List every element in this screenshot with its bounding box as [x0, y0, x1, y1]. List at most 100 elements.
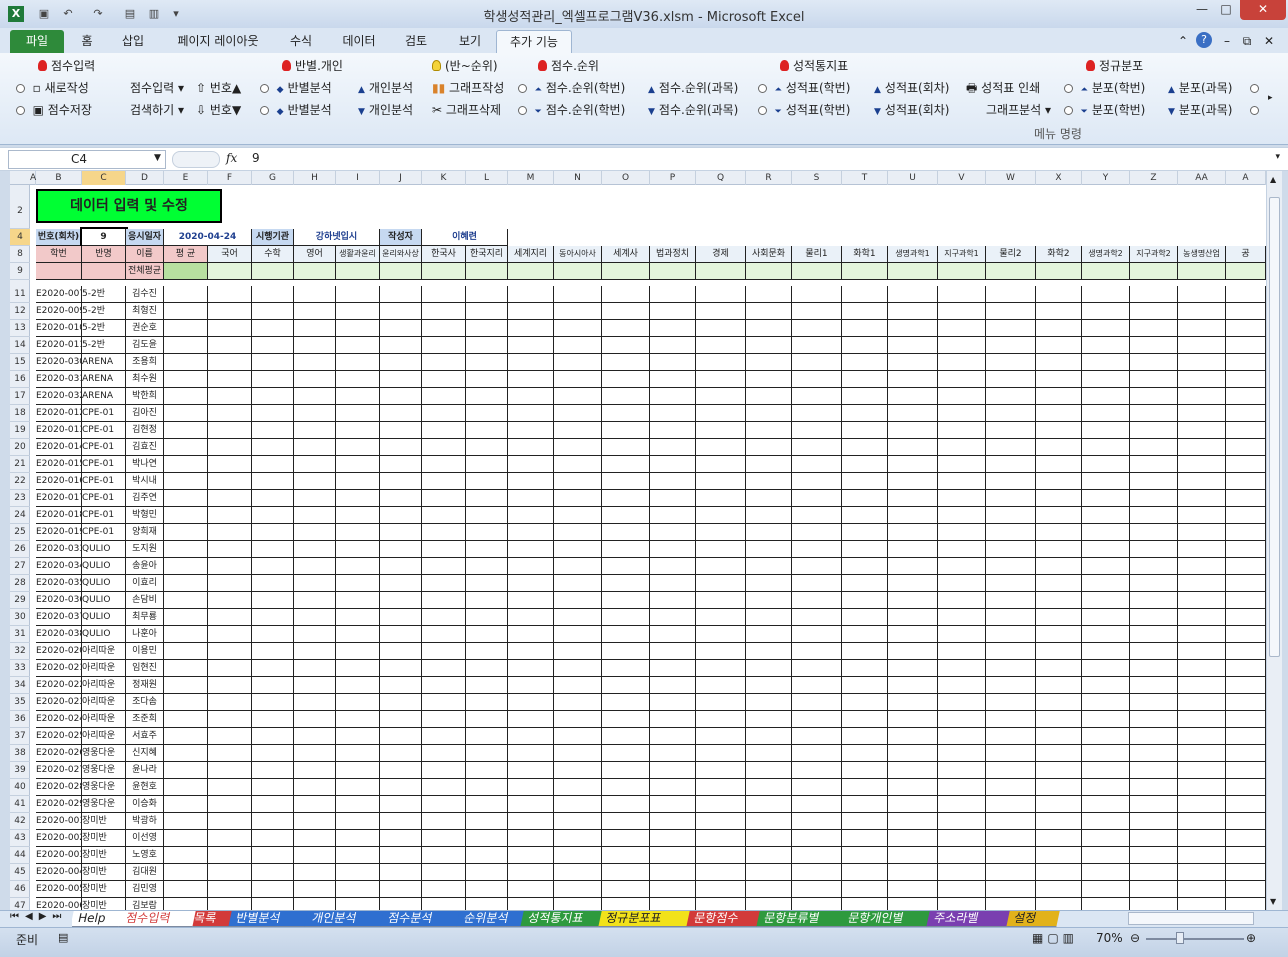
score-cell[interactable] [792, 524, 842, 541]
student-id[interactable]: E2020-020 [36, 643, 82, 660]
row-header[interactable]: 35 [10, 694, 30, 711]
radio-icon[interactable] [16, 106, 25, 115]
score-cell[interactable] [1130, 643, 1178, 660]
row-header[interactable]: 11 [10, 286, 30, 303]
score-cell[interactable] [164, 524, 208, 541]
horizontal-scrollbar[interactable] [1128, 912, 1254, 925]
score-cell[interactable] [554, 779, 602, 796]
scroll-down-icon[interactable]: ▼ [1270, 897, 1276, 906]
info-author-value[interactable]: 이혜련 [422, 229, 508, 246]
student-class[interactable]: CPE-01 [82, 524, 126, 541]
score-cell[interactable] [1082, 711, 1130, 728]
score-cell[interactable] [466, 507, 508, 524]
score-cell[interactable] [650, 354, 696, 371]
score-cell[interactable] [986, 541, 1036, 558]
score-cell[interactable] [336, 541, 380, 558]
score-cell[interactable] [792, 796, 842, 813]
score-cell[interactable] [938, 337, 986, 354]
score-cell[interactable] [1226, 592, 1266, 609]
score-cell[interactable] [888, 745, 938, 762]
score-cell[interactable] [696, 558, 746, 575]
score-cell[interactable] [1036, 643, 1082, 660]
row-header[interactable]: 33 [10, 660, 30, 677]
score-cell[interactable] [602, 490, 650, 507]
score-cell[interactable] [336, 779, 380, 796]
score-cell[interactable] [466, 286, 508, 303]
score-cell[interactable] [1036, 864, 1082, 881]
dist-by-subject-down-button[interactable]: ▼ 분포(과목) [1168, 101, 1232, 119]
score-cell[interactable] [986, 847, 1036, 864]
score-cell[interactable] [1226, 898, 1266, 910]
score-cell[interactable] [380, 541, 422, 558]
score-cell[interactable] [986, 779, 1036, 796]
column-header[interactable]: Z [1130, 171, 1178, 185]
score-cell[interactable] [938, 286, 986, 303]
score-cell[interactable] [208, 728, 252, 745]
score-cell[interactable] [294, 864, 336, 881]
score-cell[interactable] [986, 473, 1036, 490]
student-name[interactable]: 노영호 [126, 847, 164, 864]
score-cell[interactable] [888, 575, 938, 592]
score-cell[interactable] [554, 864, 602, 881]
score-cell[interactable] [1130, 439, 1178, 456]
score-cell[interactable] [650, 337, 696, 354]
student-id[interactable]: E2020-006 [36, 898, 82, 910]
score-cell[interactable] [252, 558, 294, 575]
score-cell[interactable] [466, 609, 508, 626]
score-cell[interactable] [466, 864, 508, 881]
score-cell[interactable] [554, 558, 602, 575]
score-cell[interactable] [554, 337, 602, 354]
individual-analysis-down-button[interactable]: ▼ 개인분석 [358, 101, 413, 119]
score-cell[interactable] [1036, 881, 1082, 898]
class-analysis-up-button[interactable]: ◆ 반별분석 [260, 79, 332, 97]
score-cell[interactable] [208, 473, 252, 490]
score-cell[interactable] [650, 422, 696, 439]
subject-average[interactable] [696, 263, 746, 280]
row-header[interactable]: 19 [10, 422, 30, 439]
score-cell[interactable] [380, 728, 422, 745]
score-cell[interactable] [650, 762, 696, 779]
score-cell[interactable] [696, 541, 746, 558]
score-cell[interactable] [508, 881, 554, 898]
column-header[interactable]: M [508, 171, 554, 185]
score-cell[interactable] [888, 422, 938, 439]
score-cell[interactable] [986, 558, 1036, 575]
score-cell[interactable] [252, 405, 294, 422]
student-id[interactable]: E2020-022 [36, 677, 82, 694]
student-name[interactable]: 김도윤 [126, 337, 164, 354]
score-cell[interactable] [1178, 643, 1226, 660]
score-cell[interactable] [1036, 592, 1082, 609]
score-cell[interactable] [294, 694, 336, 711]
score-cell[interactable] [746, 371, 792, 388]
row-header[interactable]: 32 [10, 643, 30, 660]
subject-average[interactable] [294, 263, 336, 280]
score-cell[interactable] [842, 745, 888, 762]
score-cell[interactable] [554, 439, 602, 456]
score-cell[interactable] [602, 762, 650, 779]
score-cell[interactable] [1082, 881, 1130, 898]
student-name[interactable]: 박시내 [126, 473, 164, 490]
score-cell[interactable] [252, 728, 294, 745]
score-cell[interactable] [208, 779, 252, 796]
student-id[interactable]: E2020-001 [36, 813, 82, 830]
score-cell[interactable] [1082, 575, 1130, 592]
score-cell[interactable] [602, 796, 650, 813]
score-cell[interactable] [466, 626, 508, 643]
score-cell[interactable] [888, 609, 938, 626]
subject-header[interactable]: 생활과윤리 [336, 246, 380, 263]
score-cell[interactable] [208, 830, 252, 847]
score-cell[interactable] [696, 473, 746, 490]
column-header[interactable]: N [554, 171, 602, 185]
rank-by-id-up-button[interactable]: ⏶ 점수.순위(학번) [518, 79, 625, 97]
score-cell[interactable] [842, 881, 888, 898]
score-cell[interactable] [164, 728, 208, 745]
score-cell[interactable] [554, 660, 602, 677]
row-header[interactable]: 41 [10, 796, 30, 813]
score-cell[interactable] [650, 405, 696, 422]
student-name[interactable]: 나훈아 [126, 626, 164, 643]
subject-average[interactable] [1082, 263, 1130, 280]
score-cell[interactable] [842, 677, 888, 694]
score-cell[interactable] [554, 473, 602, 490]
score-cell[interactable] [422, 796, 466, 813]
score-cell[interactable] [294, 592, 336, 609]
